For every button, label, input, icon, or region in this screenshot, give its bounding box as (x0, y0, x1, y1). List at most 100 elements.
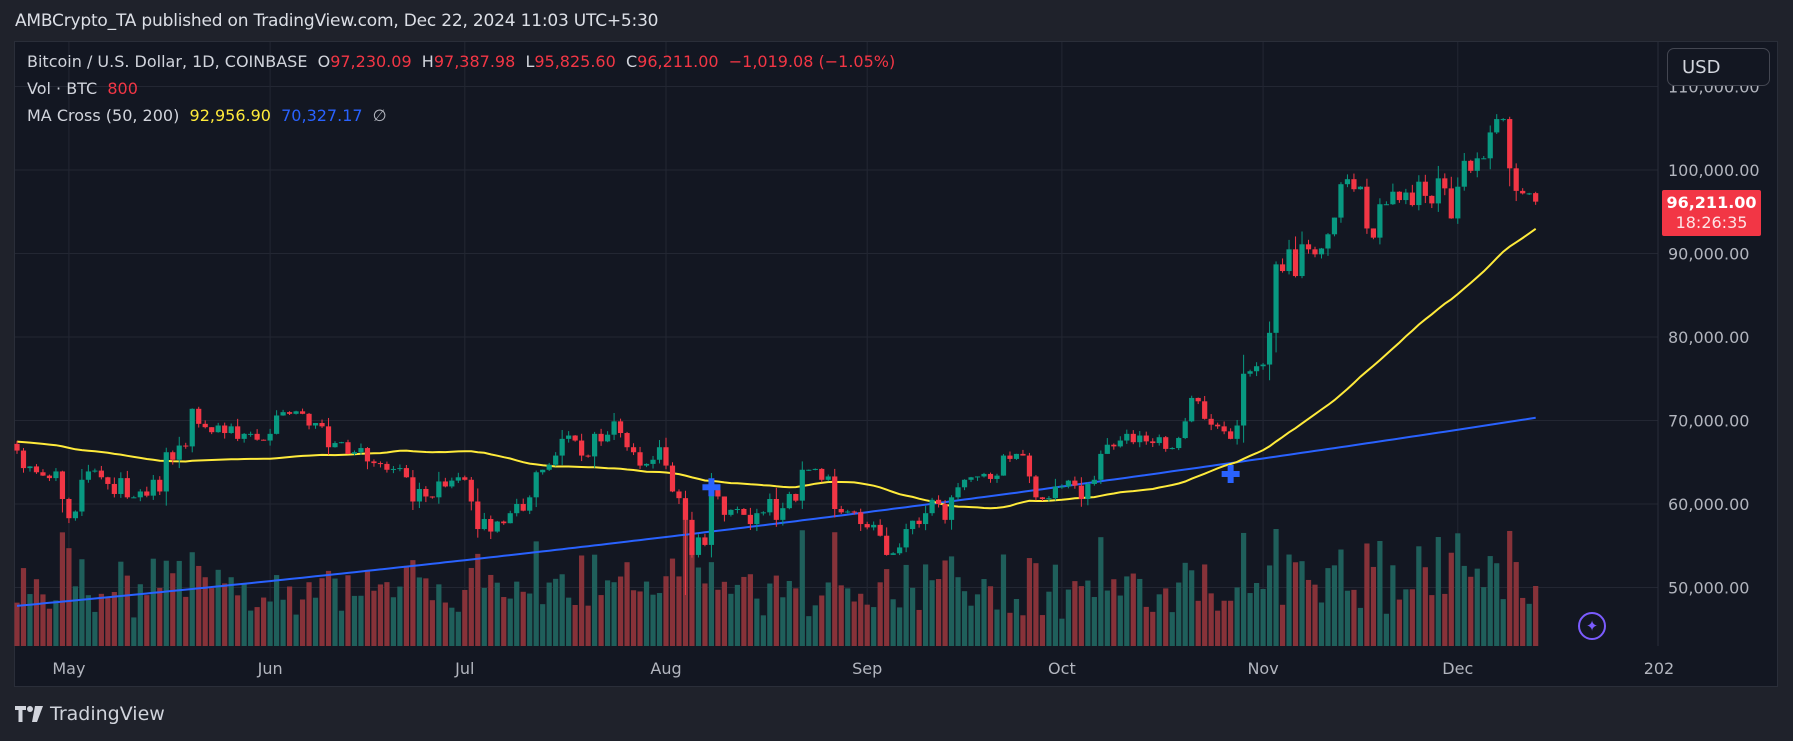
candle-body[interactable] (715, 489, 721, 497)
candle-body[interactable] (1247, 371, 1253, 374)
candle-body[interactable] (1481, 158, 1487, 160)
legend-ma-cross[interactable]: MA Cross (50, 200) 92,956.90 70,327.17 ∅ (27, 106, 387, 125)
candle-body[interactable] (312, 423, 319, 426)
candle-body[interactable] (942, 504, 948, 520)
candle-body[interactable] (617, 421, 624, 434)
candle-body[interactable] (488, 519, 494, 532)
candle-body[interactable] (79, 479, 85, 512)
candle-body[interactable] (611, 421, 617, 435)
candle-body[interactable] (46, 475, 53, 479)
candle-body[interactable] (1052, 486, 1058, 499)
candle-body[interactable] (507, 513, 513, 524)
candle-body[interactable] (410, 477, 416, 502)
candle-body[interactable] (540, 469, 546, 473)
candle-body[interactable] (1396, 191, 1402, 201)
candle-body[interactable] (40, 472, 46, 476)
candle-body[interactable] (14, 443, 20, 451)
candle-body[interactable] (325, 426, 332, 448)
candle-body[interactable] (1474, 158, 1480, 171)
candle-body[interactable] (228, 426, 234, 434)
candle-body[interactable] (832, 476, 838, 510)
candle-body[interactable] (708, 489, 715, 545)
candle-body[interactable] (248, 433, 254, 435)
candle-body[interactable] (462, 477, 468, 480)
candle-body[interactable] (1033, 476, 1039, 498)
candle-body[interactable] (527, 497, 533, 511)
candle-body[interactable] (650, 459, 656, 464)
candle-body[interactable] (1299, 244, 1305, 277)
candle-body[interactable] (1124, 433, 1130, 441)
candle-body[interactable] (1442, 178, 1448, 189)
candle-body[interactable] (196, 408, 202, 424)
candle-body[interactable] (338, 442, 345, 444)
candle-body[interactable] (780, 508, 786, 520)
candle-body[interactable] (851, 511, 857, 513)
candle-body[interactable] (475, 501, 481, 530)
candle-body[interactable] (637, 452, 643, 466)
candle-body[interactable] (721, 496, 728, 515)
candle-body[interactable] (747, 514, 753, 525)
candle-body[interactable] (1292, 249, 1299, 277)
candle-body[interactable] (897, 547, 903, 554)
candle-body[interactable] (1318, 248, 1325, 255)
ma-cross-marker-icon[interactable] (1221, 464, 1240, 483)
candle-body[interactable] (663, 447, 669, 466)
candle-body[interactable] (1279, 264, 1286, 272)
candle-body[interactable] (1429, 195, 1435, 204)
candle-body[interactable] (53, 471, 59, 479)
candle-body[interactable] (585, 455, 591, 457)
legend-volume[interactable]: Vol · BTC 800 (27, 79, 138, 98)
candle-body[interactable] (1370, 228, 1377, 238)
candle-body[interactable] (1273, 264, 1279, 333)
candle-body[interactable] (27, 466, 33, 469)
candle-body[interactable] (1351, 179, 1357, 190)
candle-body[interactable] (1390, 191, 1396, 205)
candle-body[interactable] (864, 524, 870, 528)
candle-body[interactable] (1468, 160, 1474, 171)
candle-body[interactable] (1435, 178, 1441, 204)
candle-body[interactable] (1020, 453, 1026, 456)
candle-body[interactable] (916, 520, 922, 525)
candle-body[interactable] (319, 423, 325, 427)
candle-body[interactable] (222, 425, 228, 434)
candle-body[interactable] (423, 488, 429, 497)
candle-body[interactable] (92, 470, 98, 472)
candle-body[interactable] (981, 473, 987, 477)
candle-body[interactable] (1260, 364, 1266, 367)
candle-body[interactable] (1078, 485, 1084, 499)
candle-body[interactable] (468, 479, 474, 502)
candle-body[interactable] (66, 498, 72, 519)
candle-body[interactable] (923, 513, 929, 525)
candle-body[interactable] (754, 513, 760, 525)
candle-body[interactable] (695, 537, 702, 555)
candle-body[interactable] (903, 529, 909, 548)
candle-body[interactable] (1208, 418, 1214, 425)
candle-body[interactable] (98, 470, 104, 478)
candle-body[interactable] (390, 468, 397, 470)
candle-body[interactable] (553, 455, 559, 465)
candle-body[interactable] (183, 445, 189, 447)
candle-body[interactable] (656, 447, 663, 460)
candle-body[interactable] (1500, 119, 1506, 121)
candle-body[interactable] (1169, 448, 1175, 450)
candle-body[interactable] (1403, 192, 1409, 201)
candle-body[interactable] (592, 433, 598, 457)
candle-body[interactable] (1215, 424, 1221, 427)
candle-body[interactable] (858, 512, 864, 525)
symbol-title[interactable]: Bitcoin / U.S. Dollar, 1D, COINBASE (27, 52, 307, 71)
candle-body[interactable] (819, 468, 825, 480)
candle-body[interactable] (1383, 204, 1389, 206)
candle-body[interactable] (202, 423, 208, 428)
candle-body[interactable] (968, 477, 974, 480)
candle-body[interactable] (1091, 479, 1097, 484)
candle-body[interactable] (1455, 186, 1461, 219)
candle-body[interactable] (1130, 433, 1136, 443)
candle-body[interactable] (267, 433, 273, 441)
candle-body[interactable] (377, 463, 384, 465)
candle-body[interactable] (436, 481, 442, 498)
candle-body[interactable] (929, 499, 935, 514)
candle-body[interactable] (371, 461, 377, 464)
candle-body[interactable] (961, 479, 968, 488)
candle-body[interactable] (994, 475, 1000, 479)
candle-body[interactable] (1533, 193, 1539, 202)
